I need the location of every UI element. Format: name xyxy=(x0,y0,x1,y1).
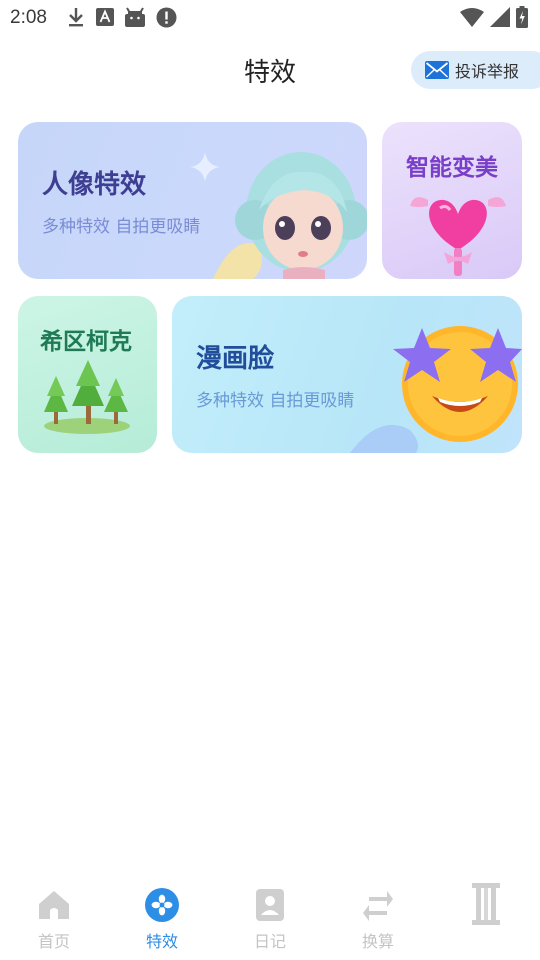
mail-icon xyxy=(425,61,449,79)
effects-icon xyxy=(145,888,179,922)
smart-beauty-card[interactable]: 智能变美 xyxy=(382,122,522,279)
hitchcock-card[interactable]: 希区柯克 xyxy=(18,296,157,453)
battery-icon xyxy=(516,6,528,28)
nav-item-diary[interactable]: 日记 xyxy=(216,888,324,952)
signal-icon xyxy=(490,7,510,27)
report-button-label: 投诉举报 xyxy=(455,62,520,81)
status-time: 2:08 xyxy=(10,7,47,28)
status-bar: 2:08 xyxy=(0,0,540,36)
nav-item-pillar[interactable] xyxy=(432,883,540,932)
bottom-navigation: 首页 特效 日记 换算 xyxy=(0,880,540,960)
portrait-effects-card[interactable]: 人像特效 多种特效 自拍更吸睛 xyxy=(18,122,367,279)
doll-avatar-image xyxy=(213,152,367,279)
portrait-effects-subtitle: 多种特效 自拍更吸睛 xyxy=(42,217,201,237)
wifi-icon xyxy=(460,8,484,27)
pillar-icon xyxy=(472,883,500,925)
diary-icon xyxy=(256,889,284,921)
smart-beauty-title: 智能变美 xyxy=(406,155,498,181)
nav-label-diary: 日记 xyxy=(253,932,286,951)
comic-face-subtitle: 多种特效 自拍更吸睛 xyxy=(196,391,355,411)
report-button[interactable]: 投诉举报 xyxy=(411,51,540,89)
status-notification-icons xyxy=(66,6,177,28)
home-icon xyxy=(39,891,69,919)
nav-label-effects: 特效 xyxy=(145,932,178,951)
font-a-icon xyxy=(96,8,114,26)
nav-label-convert: 换算 xyxy=(361,932,394,951)
comic-face-card[interactable]: 漫画脸 多种特效 自拍更吸睛 xyxy=(172,296,522,453)
comic-face-title: 漫画脸 xyxy=(196,344,275,374)
nav-item-home[interactable]: 首页 xyxy=(0,888,108,952)
nav-label-home: 首页 xyxy=(37,932,70,951)
trees-icon xyxy=(44,360,130,434)
star-eyes-emoji-icon xyxy=(350,326,522,453)
portrait-effects-title: 人像特效 xyxy=(42,170,147,200)
alert-icon xyxy=(156,7,177,27)
download-icon xyxy=(69,8,83,27)
status-system-icons xyxy=(460,6,528,28)
heart-wand-icon xyxy=(410,197,506,276)
hitchcock-title: 希区柯克 xyxy=(40,329,132,355)
nav-item-convert[interactable]: 换算 xyxy=(324,888,432,952)
nav-item-effects[interactable]: 特效 xyxy=(108,888,216,952)
android-icon xyxy=(125,7,145,27)
convert-icon xyxy=(363,891,393,921)
